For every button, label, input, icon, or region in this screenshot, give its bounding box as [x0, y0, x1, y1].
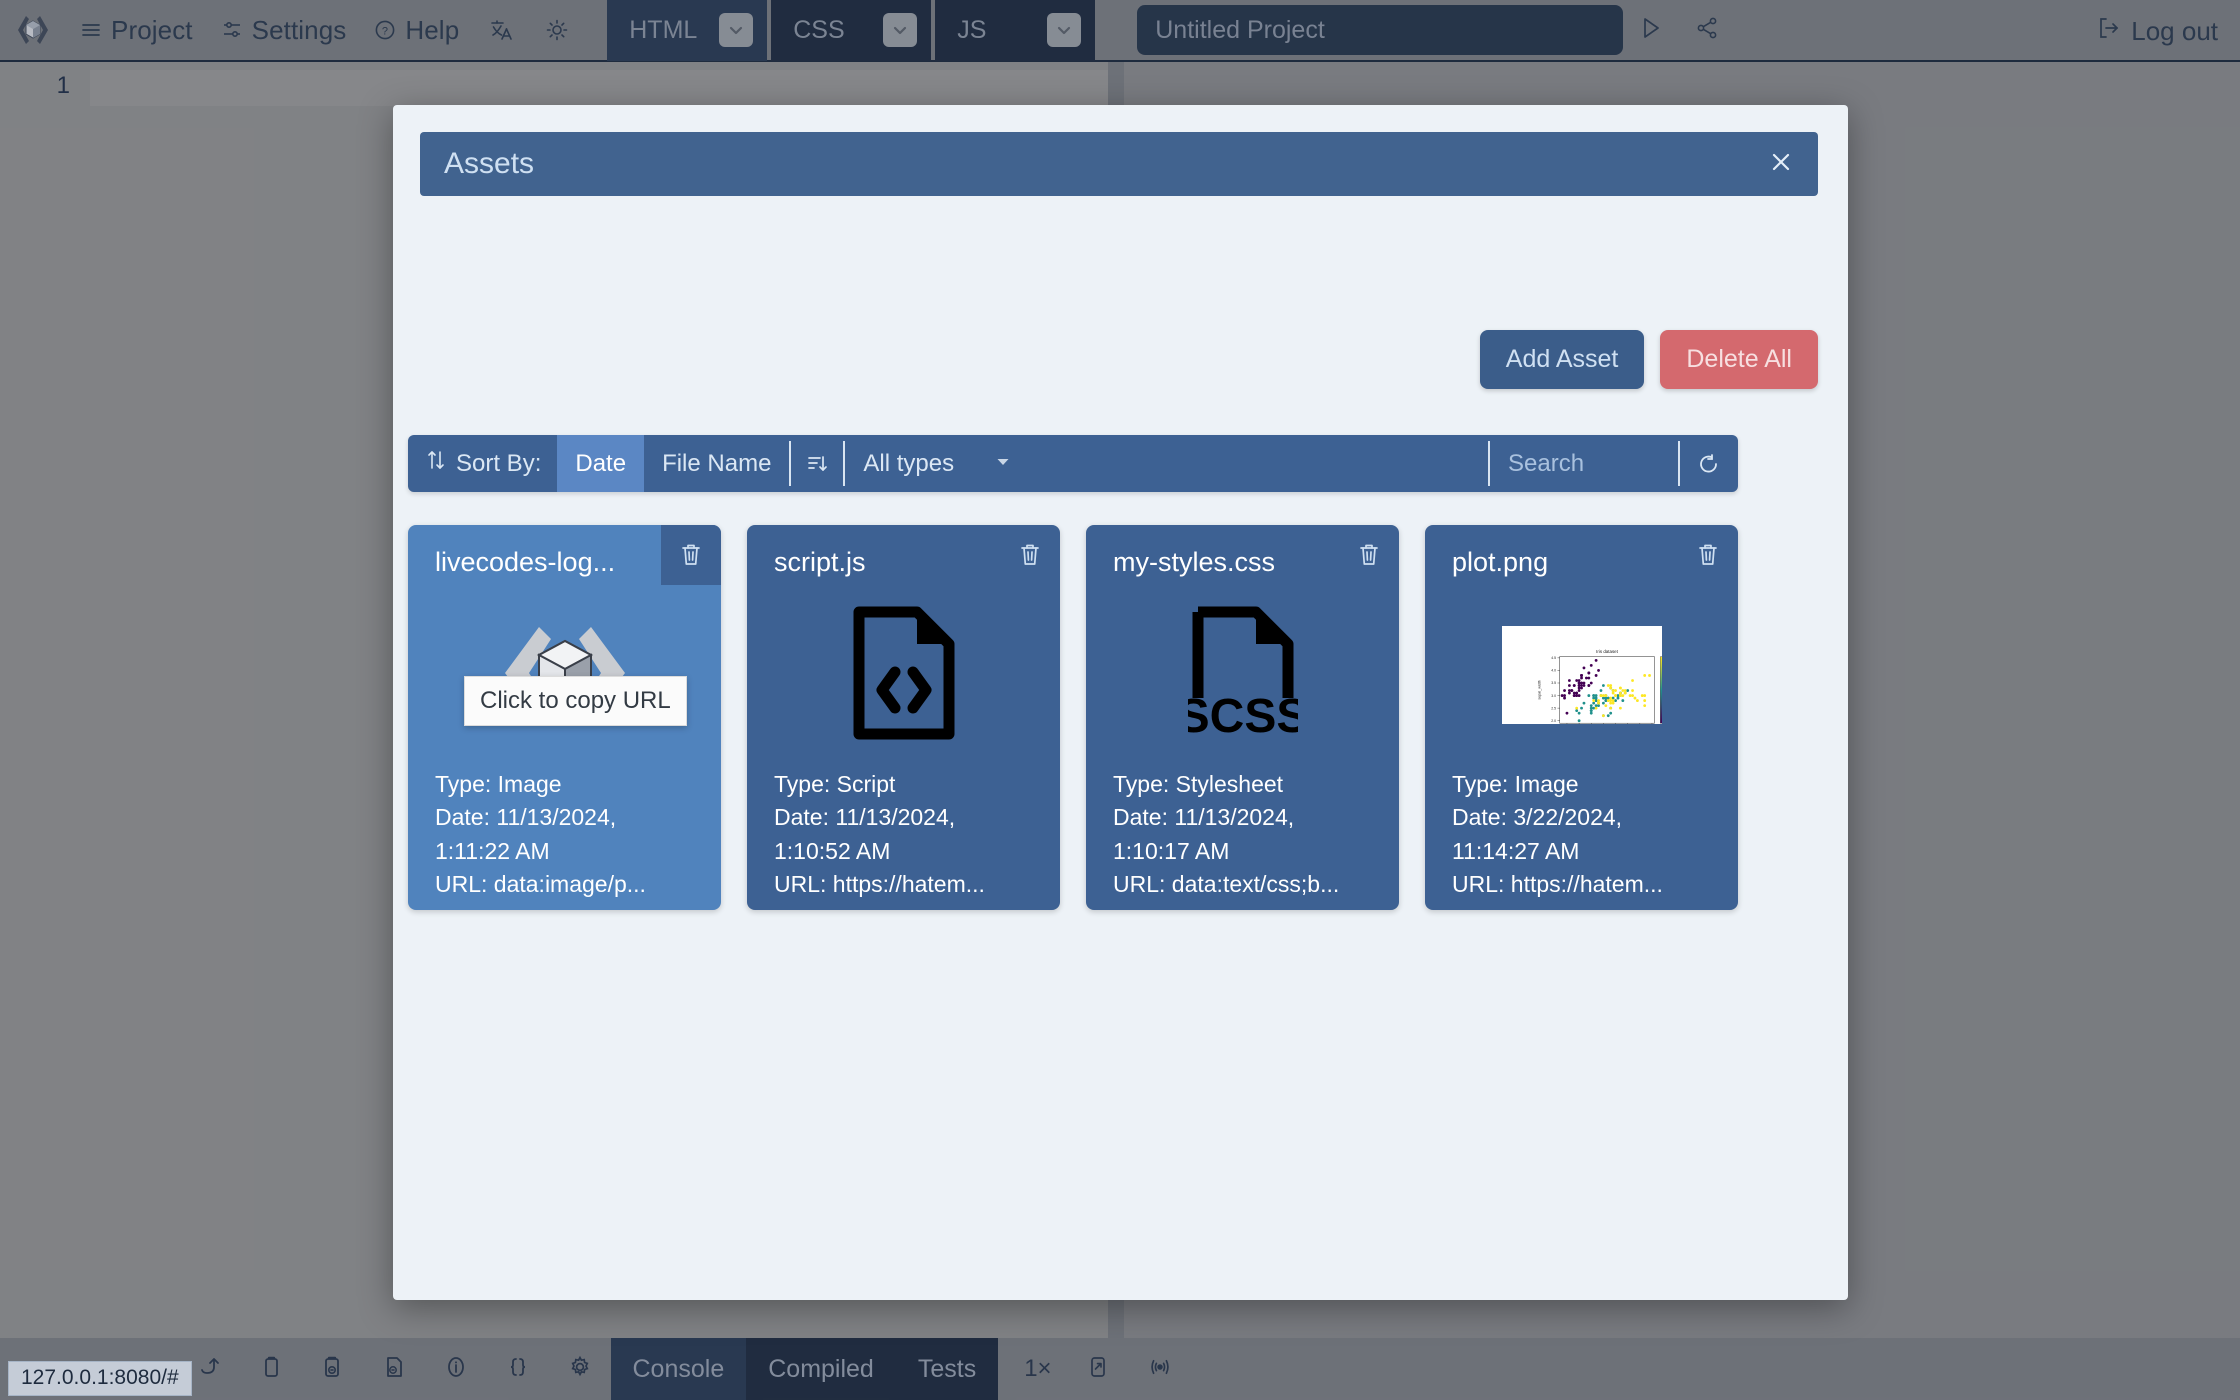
asset-url: URL: data:text/css;b...: [1113, 868, 1383, 901]
type-filter-value: All types: [863, 450, 954, 478]
asset-thumbnail: SCSS: [1086, 595, 1399, 755]
asset-meta: Type: Stylesheet Date: 11/13/2024, 1:10:…: [1113, 768, 1383, 901]
asset-meta: Type: Image Date: 11/13/2024, 1:11:22 AM…: [435, 768, 705, 901]
svg-text:4.5: 4.5: [1551, 656, 1556, 660]
svg-text:Iris dataset: Iris dataset: [1596, 649, 1618, 654]
trash-icon[interactable]: [1678, 525, 1738, 585]
sort-option-date[interactable]: Date: [557, 435, 644, 492]
modal-header: Assets: [420, 132, 1818, 196]
svg-text:2.5: 2.5: [1551, 706, 1556, 710]
svg-text:sepal_width: sepal_width: [1537, 680, 1541, 699]
search-placeholder: Search: [1508, 450, 1584, 478]
sort-arrows-icon: [426, 449, 446, 478]
asset-name: plot.png: [1452, 547, 1668, 578]
filter-bar: Sort By: Date File Name All types Search: [408, 435, 1738, 492]
type-filter-select[interactable]: All types: [845, 435, 1028, 492]
image-thumbnail-iris-plot: Iris datasetsepal_lengthsepal_width4.55.…: [1502, 626, 1662, 724]
modal-action-row: Add Asset Delete All: [1480, 330, 1818, 389]
search-input[interactable]: Search: [1490, 435, 1678, 492]
delete-all-button[interactable]: Delete All: [1660, 330, 1818, 389]
asset-meta: Type: Script Date: 11/13/2024, 1:10:52 A…: [774, 768, 1044, 901]
add-asset-button[interactable]: Add Asset: [1480, 330, 1645, 389]
asset-type: Type: Image: [435, 768, 705, 801]
asset-date: Date: 11/13/2024,: [435, 801, 705, 834]
asset-type: Type: Stylesheet: [1113, 768, 1383, 801]
asset-thumbnail: [747, 595, 1060, 755]
svg-text:2.0: 2.0: [1551, 719, 1556, 723]
asset-card[interactable]: script.js Type: Script: [747, 525, 1060, 910]
asset-name: my-styles.css: [1113, 547, 1329, 578]
asset-date: Date: 11/13/2024,: [774, 801, 1044, 834]
trash-icon[interactable]: [661, 525, 721, 585]
asset-date: Date: 11/13/2024,: [1113, 801, 1383, 834]
copy-url-tooltip: Click to copy URL: [464, 676, 687, 726]
chevron-down-icon: [994, 450, 1012, 478]
asset-url: URL: https://hatem...: [1452, 868, 1722, 901]
asset-name: livecodes-log...: [435, 547, 651, 578]
asset-thumbnail: [408, 595, 721, 755]
asset-name: script.js: [774, 547, 990, 578]
page-title: Assets: [444, 147, 534, 181]
trash-icon[interactable]: [1339, 525, 1399, 585]
filter-bar-spacer: [1028, 435, 1488, 492]
asset-url: URL: data:image/p...: [435, 868, 705, 901]
asset-url: URL: https://hatem...: [774, 868, 1044, 901]
asset-type: Type: Script: [774, 768, 1044, 801]
asset-time: 1:10:17 AM: [1113, 835, 1383, 868]
asset-thumbnail: Iris datasetsepal_lengthsepal_width4.55.…: [1425, 595, 1738, 755]
asset-card[interactable]: plot.png Iris datasetsepal_lengthsepal_w…: [1425, 525, 1738, 910]
asset-card[interactable]: my-styles.css SCSS Type: Stylesheet Date…: [1086, 525, 1399, 910]
svg-text:3.0: 3.0: [1551, 694, 1556, 698]
refresh-icon[interactable]: [1680, 435, 1738, 492]
asset-date: Date: 3/22/2024,: [1452, 801, 1722, 834]
asset-type: Type: Image: [1452, 768, 1722, 801]
sort-descending-icon[interactable]: [791, 435, 843, 492]
asset-time: 1:10:52 AM: [774, 835, 1044, 868]
sort-by-label: Sort By:: [456, 450, 541, 478]
asset-time: 11:14:27 AM: [1452, 835, 1722, 868]
asset-time: 1:11:22 AM: [435, 835, 705, 868]
file-scss-icon: SCSS: [1188, 602, 1298, 749]
trash-icon[interactable]: [1000, 525, 1060, 585]
sort-option-file-name[interactable]: File Name: [644, 435, 789, 492]
svg-text:4.0: 4.0: [1551, 669, 1556, 673]
close-icon[interactable]: [1766, 147, 1796, 182]
svg-text:SCSS: SCSS: [1188, 690, 1298, 743]
asset-meta: Type: Image Date: 3/22/2024, 11:14:27 AM…: [1452, 768, 1722, 901]
sort-by-label-group: Sort By:: [408, 435, 557, 492]
svg-text:3.5: 3.5: [1551, 681, 1556, 685]
file-code-icon: [849, 602, 959, 749]
